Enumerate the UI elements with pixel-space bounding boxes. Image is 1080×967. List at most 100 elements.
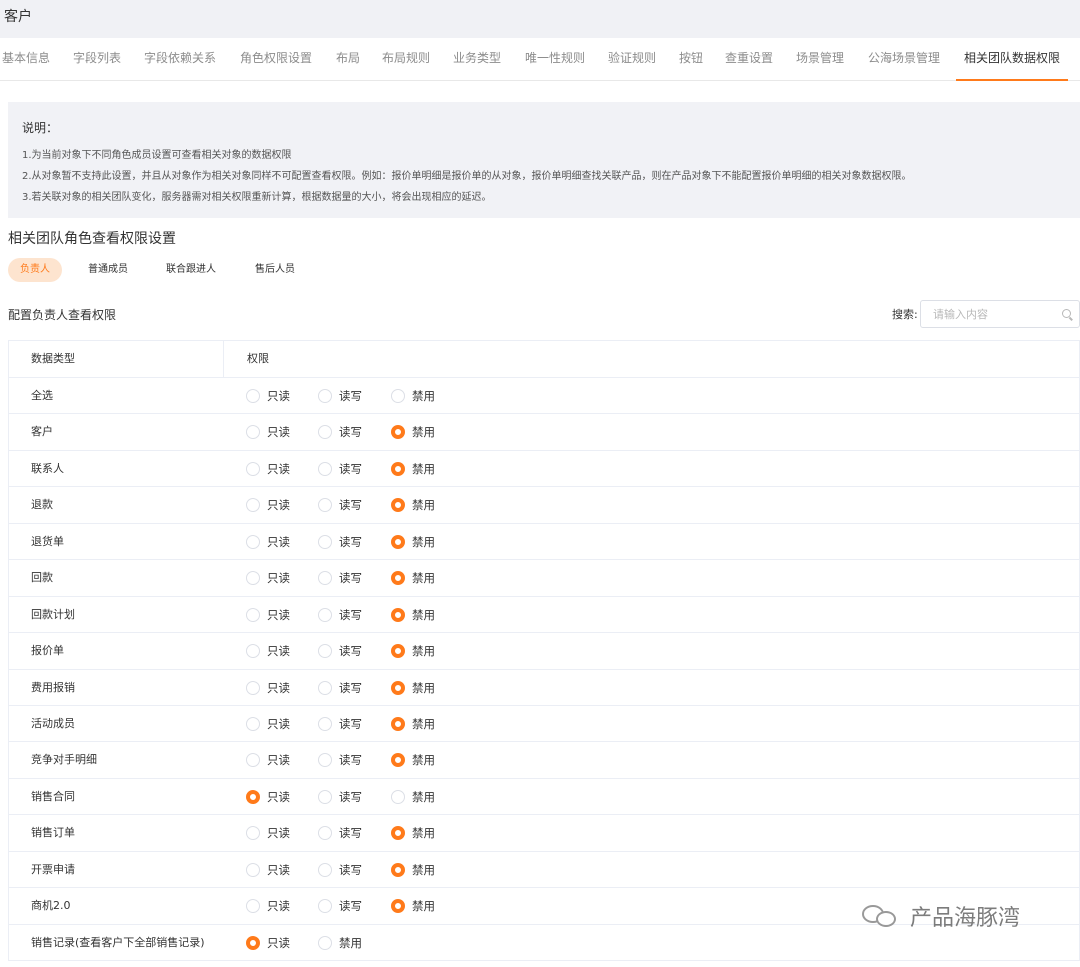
radio-option-readonly[interactable]: 只读: [246, 899, 290, 914]
radio-option-readwrite[interactable]: 读写: [318, 716, 362, 731]
radio-button[interactable]: [318, 607, 332, 622]
radio-button[interactable]: [391, 680, 405, 695]
radio-button[interactable]: [391, 862, 405, 877]
radio-option-disabled[interactable]: 禁用: [391, 789, 435, 804]
radio-button[interactable]: [318, 680, 332, 695]
radio-button[interactable]: [391, 644, 405, 659]
tab-public-pool-scene[interactable]: 公海场景管理: [868, 38, 940, 81]
radio-option-readonly[interactable]: 只读: [246, 789, 290, 804]
radio-option-disabled[interactable]: 禁用: [391, 899, 435, 914]
search-input[interactable]: [933, 305, 1053, 323]
radio-option-readwrite[interactable]: 读写: [318, 826, 362, 841]
radio-option-readwrite[interactable]: 读写: [318, 644, 362, 659]
radio-option-readonly[interactable]: 只读: [246, 534, 290, 549]
radio-option-readwrite[interactable]: 读写: [318, 461, 362, 476]
radio-option-disabled[interactable]: 禁用: [318, 935, 362, 950]
radio-button[interactable]: [246, 534, 260, 549]
radio-button[interactable]: [318, 571, 332, 586]
radio-button[interactable]: [318, 935, 332, 950]
radio-option-readwrite[interactable]: 读写: [318, 862, 362, 877]
radio-button[interactable]: [391, 498, 405, 513]
radio-button[interactable]: [391, 826, 405, 841]
radio-option-disabled[interactable]: 禁用: [391, 389, 435, 403]
radio-option-readwrite[interactable]: 读写: [318, 607, 362, 622]
radio-button[interactable]: [246, 753, 260, 768]
radio-option-readonly[interactable]: 只读: [246, 571, 290, 586]
radio-button[interactable]: [246, 498, 260, 513]
radio-button[interactable]: [391, 571, 405, 586]
radio-option-disabled[interactable]: 禁用: [391, 753, 435, 768]
radio-button[interactable]: [246, 389, 260, 403]
radio-button[interactable]: [318, 389, 332, 403]
radio-button[interactable]: [391, 753, 405, 768]
radio-option-readwrite[interactable]: 读写: [318, 498, 362, 513]
radio-option-disabled[interactable]: 禁用: [391, 534, 435, 549]
radio-button[interactable]: [318, 716, 332, 731]
radio-option-readwrite[interactable]: 读写: [318, 425, 362, 440]
radio-button[interactable]: [246, 899, 260, 914]
radio-option-readwrite[interactable]: 读写: [318, 789, 362, 804]
radio-button[interactable]: [246, 826, 260, 841]
radio-option-disabled[interactable]: 禁用: [391, 498, 435, 513]
radio-option-readwrite[interactable]: 读写: [318, 753, 362, 768]
radio-button[interactable]: [246, 461, 260, 476]
tab-layout[interactable]: 布局: [336, 38, 360, 81]
radio-button[interactable]: [246, 935, 260, 950]
radio-button[interactable]: [318, 862, 332, 877]
tab-validation-rules[interactable]: 验证规则: [608, 38, 656, 81]
role-tab-co-follower[interactable]: 联合跟进人: [166, 258, 216, 282]
radio-option-readonly[interactable]: 只读: [246, 389, 290, 403]
search-icon[interactable]: [1062, 309, 1071, 318]
radio-button[interactable]: [246, 680, 260, 695]
radio-option-disabled[interactable]: 禁用: [391, 644, 435, 659]
radio-option-disabled[interactable]: 禁用: [391, 680, 435, 695]
radio-option-readwrite[interactable]: 读写: [318, 389, 362, 403]
tab-field-list[interactable]: 字段列表: [73, 38, 121, 81]
radio-option-readonly[interactable]: 只读: [246, 607, 290, 622]
radio-button[interactable]: [318, 753, 332, 768]
radio-button[interactable]: [246, 607, 260, 622]
radio-button[interactable]: [391, 534, 405, 549]
tab-field-dependency[interactable]: 字段依赖关系: [144, 38, 216, 81]
radio-button[interactable]: [318, 498, 332, 513]
radio-option-readonly[interactable]: 只读: [246, 425, 290, 440]
radio-button[interactable]: [246, 789, 260, 804]
radio-option-disabled[interactable]: 禁用: [391, 461, 435, 476]
radio-option-disabled[interactable]: 禁用: [391, 425, 435, 440]
radio-button[interactable]: [391, 607, 405, 622]
tab-business-type[interactable]: 业务类型: [453, 38, 501, 81]
radio-option-disabled[interactable]: 禁用: [391, 862, 435, 877]
role-tab-owner[interactable]: 负责人: [8, 258, 62, 282]
tab-uniqueness-rules[interactable]: 唯一性规则: [525, 38, 585, 81]
radio-button[interactable]: [318, 644, 332, 659]
radio-button[interactable]: [318, 461, 332, 476]
radio-button[interactable]: [246, 862, 260, 877]
tab-related-team-permission[interactable]: 相关团队数据权限: [955, 38, 1069, 81]
radio-button[interactable]: [246, 644, 260, 659]
radio-option-readonly[interactable]: 只读: [246, 862, 290, 877]
radio-option-readwrite[interactable]: 读写: [318, 899, 362, 914]
radio-option-readonly[interactable]: 只读: [246, 680, 290, 695]
radio-option-readonly[interactable]: 只读: [246, 644, 290, 659]
radio-button[interactable]: [391, 789, 405, 804]
tab-layout-rules[interactable]: 布局规则: [382, 38, 430, 81]
radio-option-readwrite[interactable]: 读写: [318, 571, 362, 586]
radio-button[interactable]: [246, 425, 260, 440]
tab-scene-management[interactable]: 场景管理: [796, 38, 844, 81]
radio-option-disabled[interactable]: 禁用: [391, 716, 435, 731]
radio-option-readonly[interactable]: 只读: [246, 935, 290, 950]
radio-option-readwrite[interactable]: 读写: [318, 680, 362, 695]
tab-buttons[interactable]: 按钮: [679, 38, 703, 81]
radio-option-readonly[interactable]: 只读: [246, 498, 290, 513]
radio-button[interactable]: [391, 461, 405, 476]
radio-button[interactable]: [318, 826, 332, 841]
radio-option-readonly[interactable]: 只读: [246, 753, 290, 768]
radio-button[interactable]: [318, 534, 332, 549]
radio-button[interactable]: [391, 389, 405, 403]
tab-role-permission[interactable]: 角色权限设置: [240, 38, 312, 81]
radio-option-readonly[interactable]: 只读: [246, 826, 290, 841]
radio-button[interactable]: [391, 716, 405, 731]
radio-button[interactable]: [246, 571, 260, 586]
radio-option-disabled[interactable]: 禁用: [391, 571, 435, 586]
radio-button[interactable]: [318, 425, 332, 440]
